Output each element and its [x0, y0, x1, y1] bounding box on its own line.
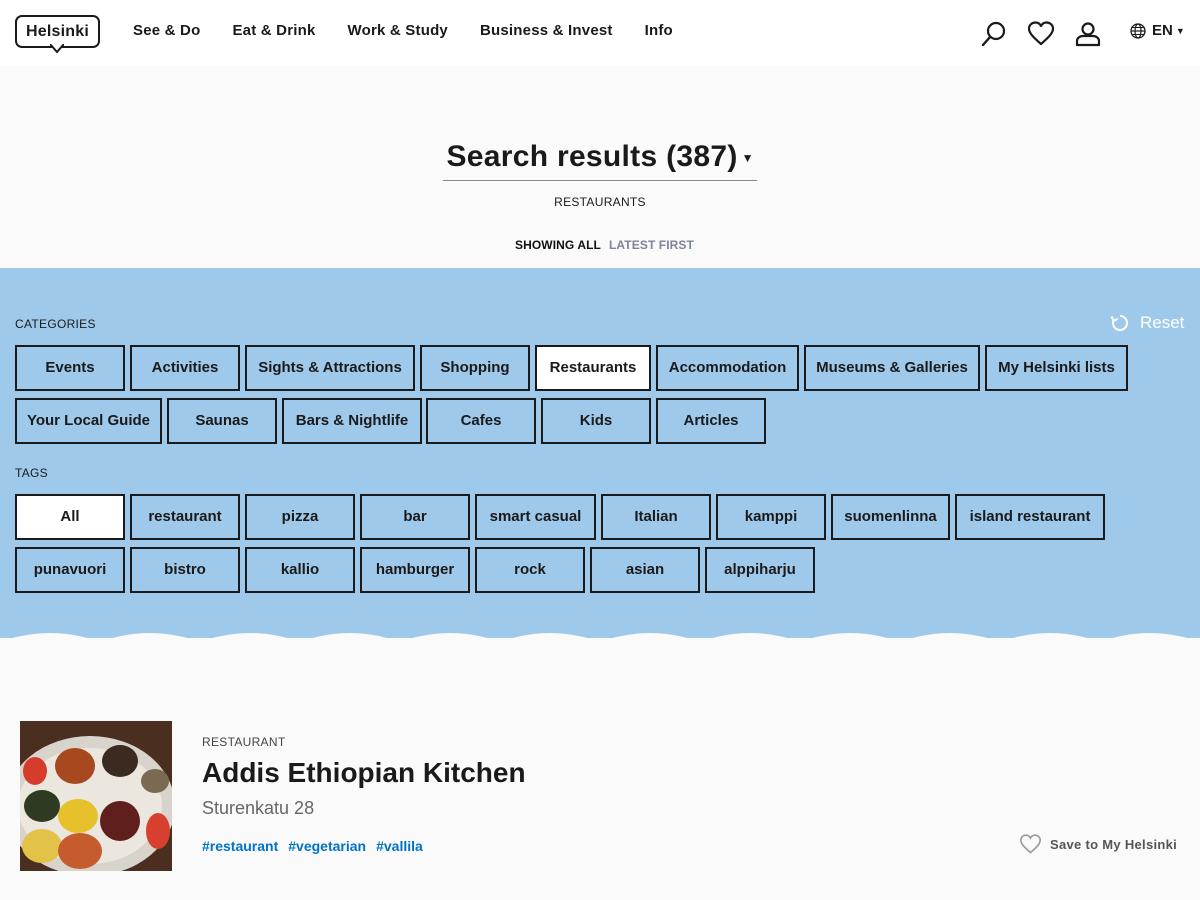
save-label: Save to My Helsinki — [1050, 837, 1178, 852]
category-my-helsinki-lists[interactable]: My Helsinki lists — [985, 345, 1128, 391]
result-type: RESTAURANT — [202, 735, 286, 749]
category-sights-attractions[interactable]: Sights & Attractions — [245, 345, 415, 391]
results-category: RESTAURANTS — [554, 195, 646, 209]
category-activities[interactable]: Activities — [130, 345, 240, 391]
tags-label: TAGS — [15, 466, 48, 480]
category-articles[interactable]: Articles — [656, 398, 766, 444]
reset-label: Reset — [1140, 313, 1185, 332]
tag-bar[interactable]: bar — [360, 494, 470, 540]
nav-work-study[interactable]: Work & Study — [348, 22, 448, 39]
result-tag-vegetarian[interactable]: #vegetarian — [288, 838, 366, 854]
reset-icon — [1110, 315, 1128, 331]
result-tag-restaurant[interactable]: #restaurant — [202, 838, 278, 854]
search-icon[interactable] — [980, 20, 1008, 48]
nav-info[interactable]: Info — [645, 22, 673, 39]
wave-divider — [0, 633, 1200, 654]
category-your-local-guide[interactable]: Your Local Guide — [15, 398, 162, 444]
result-tags: #restaurant #vegetarian #vallila — [202, 838, 433, 854]
nav-business-invest[interactable]: Business & Invest — [480, 22, 613, 39]
sort-latest-first[interactable]: LATEST FIRST — [609, 238, 694, 252]
tag-pizza[interactable]: pizza — [245, 494, 355, 540]
result-tag-vallila[interactable]: #vallila — [376, 838, 423, 854]
tag-punavuori[interactable]: punavuori — [15, 547, 125, 593]
logo-tail-icon — [50, 44, 64, 54]
tag-kallio[interactable]: kallio — [245, 547, 355, 593]
heart-icon[interactable] — [1027, 20, 1055, 48]
result-thumbnail[interactable] — [20, 721, 172, 871]
tag-island-restaurant[interactable]: island restaurant — [955, 494, 1105, 540]
user-icon[interactable] — [1074, 20, 1102, 48]
page-title: Search results (387) — [446, 140, 738, 173]
result-address: Sturenkatu 28 — [202, 798, 315, 818]
caret-down-icon: ▼ — [741, 151, 754, 165]
tag-kamppi[interactable]: kamppi — [716, 494, 826, 540]
globe-icon — [1130, 22, 1146, 39]
category-events[interactable]: Events — [15, 345, 125, 391]
categories-label: CATEGORIES — [15, 317, 96, 331]
tag-asian[interactable]: asian — [590, 547, 700, 593]
heart-outline-icon — [1019, 834, 1042, 854]
tag-suomenlinna[interactable]: suomenlinna — [831, 494, 950, 540]
category-shopping[interactable]: Shopping — [420, 345, 530, 391]
sort-showing-all[interactable]: SHOWING ALL — [515, 238, 601, 252]
category-museums-galleries[interactable]: Museums & Galleries — [804, 345, 980, 391]
tag-alppiharju[interactable]: alppiharju — [705, 547, 815, 593]
site-header: Helsinki See & Do Eat & Drink Work & Stu… — [0, 0, 1200, 66]
reset-button[interactable]: Reset — [1110, 313, 1184, 333]
helsinki-logo[interactable]: Helsinki — [15, 15, 100, 54]
category-cafes[interactable]: Cafes — [426, 398, 536, 444]
food-image — [20, 721, 172, 871]
tag-italian[interactable]: Italian — [601, 494, 711, 540]
tag-all[interactable]: All — [15, 494, 125, 540]
nav-eat-drink[interactable]: Eat & Drink — [232, 22, 315, 39]
category-saunas[interactable]: Saunas — [167, 398, 277, 444]
chevron-down-icon: ▼ — [1175, 25, 1185, 36]
tag-restaurant[interactable]: restaurant — [130, 494, 240, 540]
category-bars-nightlife[interactable]: Bars & Nightlife — [282, 398, 422, 444]
language-label: EN — [1152, 22, 1173, 39]
tag-rock[interactable]: rock — [475, 547, 585, 593]
tag-bistro[interactable]: bistro — [130, 547, 240, 593]
tag-hamburger[interactable]: hamburger — [360, 547, 470, 593]
main-nav: See & Do Eat & Drink Work & Study Busine… — [133, 22, 705, 39]
nav-see-do[interactable]: See & Do — [133, 22, 200, 39]
category-accommodation[interactable]: Accommodation — [656, 345, 799, 391]
tag-smart-casual[interactable]: smart casual — [475, 494, 596, 540]
category-restaurants[interactable]: Restaurants — [535, 345, 651, 391]
category-kids[interactable]: Kids — [541, 398, 651, 444]
result-title[interactable]: Addis Ethiopian Kitchen — [202, 757, 526, 789]
language-selector[interactable]: EN ▼ — [1130, 22, 1185, 39]
search-results-dropdown[interactable]: Search results (387) ▼ — [443, 140, 757, 181]
save-to-my-helsinki-button[interactable]: Save to My Helsinki — [1019, 834, 1177, 855]
